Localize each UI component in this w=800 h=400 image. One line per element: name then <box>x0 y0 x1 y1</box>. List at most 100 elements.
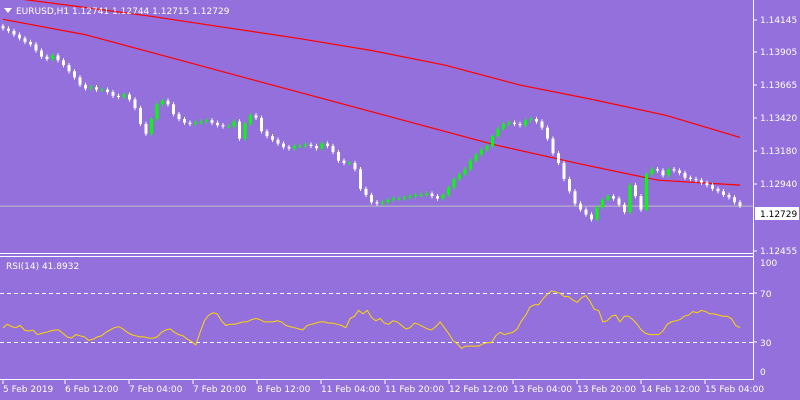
candle-body <box>95 87 98 90</box>
candle-body <box>271 136 274 140</box>
candle-body <box>155 104 159 120</box>
candle <box>727 192 731 200</box>
candles <box>1 23 742 222</box>
candle-body <box>425 193 428 195</box>
candle <box>661 168 665 178</box>
candle <box>282 141 285 150</box>
candle-body <box>221 125 225 127</box>
candle-body <box>733 197 736 203</box>
candle <box>205 118 208 124</box>
candle <box>441 192 445 201</box>
candle-body <box>403 197 406 199</box>
candle <box>260 115 263 134</box>
time-tick-label: 11 Feb 20:00 <box>385 385 444 395</box>
candle <box>51 53 54 62</box>
candle <box>331 143 335 155</box>
time-tick-label: 8 Feb 12:00 <box>257 385 311 395</box>
candle <box>689 175 692 182</box>
candle <box>595 204 599 222</box>
moving-average-line-0 <box>2 18 741 186</box>
candle <box>700 178 703 185</box>
candle-body <box>557 153 560 164</box>
candle-body <box>694 179 698 181</box>
candle-body <box>23 38 27 42</box>
candle <box>381 200 384 206</box>
candle-body <box>535 119 538 122</box>
candle-body <box>353 163 357 170</box>
candle <box>188 120 192 127</box>
candle <box>139 105 142 127</box>
candle <box>155 102 159 122</box>
candle <box>496 126 500 139</box>
price-tick-label: 1.13420 <box>760 114 797 124</box>
chart-menu-arrow-icon[interactable] <box>4 8 12 13</box>
candle <box>683 170 687 180</box>
candle-body <box>381 202 384 204</box>
candle <box>128 92 131 102</box>
candle <box>474 152 478 163</box>
time-axis: 5 Feb 2019 6 Feb 12:00 7 Feb 04:00 7 Feb… <box>2 380 764 395</box>
chart-canvas[interactable]: EURUSD,H1 1.12741 1.12744 1.12715 1.1272… <box>0 0 800 400</box>
candle <box>144 121 148 136</box>
rsi-tick-label: 0 <box>760 368 766 378</box>
candle-body <box>650 169 654 175</box>
price-tick-label: 1.14145 <box>760 16 797 26</box>
candle <box>463 167 467 177</box>
candle-body <box>513 122 516 124</box>
candle-body <box>276 139 280 144</box>
time-tick-label: 6 Feb 12:00 <box>65 385 119 395</box>
candle-body <box>199 121 203 123</box>
candle <box>271 133 274 143</box>
candle-body <box>254 115 258 118</box>
candle <box>392 196 395 203</box>
rsi-tick-label: 30 <box>760 339 772 349</box>
candle <box>117 93 120 100</box>
candle-body <box>518 123 522 126</box>
chart-window[interactable]: EURUSD,H1 1.12741 1.12744 1.12715 1.1272… <box>0 0 800 400</box>
candle <box>34 42 38 53</box>
candle <box>447 185 450 198</box>
candle-body <box>194 122 197 124</box>
candle <box>359 167 362 192</box>
candle <box>650 167 654 177</box>
candle-body <box>320 143 324 149</box>
candle-body <box>727 194 731 198</box>
candle-body <box>67 65 71 72</box>
candle-body <box>584 209 588 215</box>
candle-body <box>183 119 186 123</box>
candle-body <box>133 99 137 109</box>
candle-body <box>645 174 648 210</box>
candle-body <box>298 145 302 147</box>
candle <box>678 168 681 176</box>
candle-body <box>45 56 49 60</box>
candle <box>210 118 214 125</box>
candle <box>221 122 225 129</box>
candle-body <box>249 115 252 124</box>
candle <box>579 201 582 212</box>
candle <box>161 98 164 107</box>
candle-body <box>612 196 615 199</box>
candle-body <box>711 185 714 189</box>
candle-body <box>227 126 230 128</box>
candle-body <box>480 149 483 155</box>
candle <box>370 192 373 205</box>
candle-body <box>128 94 131 100</box>
rsi-label: RSI(14) 41.8932 <box>6 262 79 272</box>
candle <box>557 151 560 166</box>
candle <box>535 116 538 124</box>
price-tick-label: 1.13180 <box>760 147 797 157</box>
candle-body <box>392 198 395 200</box>
candle <box>337 149 340 163</box>
candle <box>617 196 621 207</box>
candle <box>518 121 522 128</box>
candle <box>45 54 49 62</box>
candle <box>623 202 626 215</box>
time-tick-label: 13 Feb 04:00 <box>513 385 572 395</box>
candle-body <box>238 121 241 139</box>
candle-body <box>474 154 478 161</box>
candle <box>166 98 170 107</box>
candle <box>227 124 230 129</box>
candle <box>320 141 324 151</box>
rsi-axis: 100 70 30 0 <box>753 259 777 378</box>
candle <box>667 167 670 178</box>
